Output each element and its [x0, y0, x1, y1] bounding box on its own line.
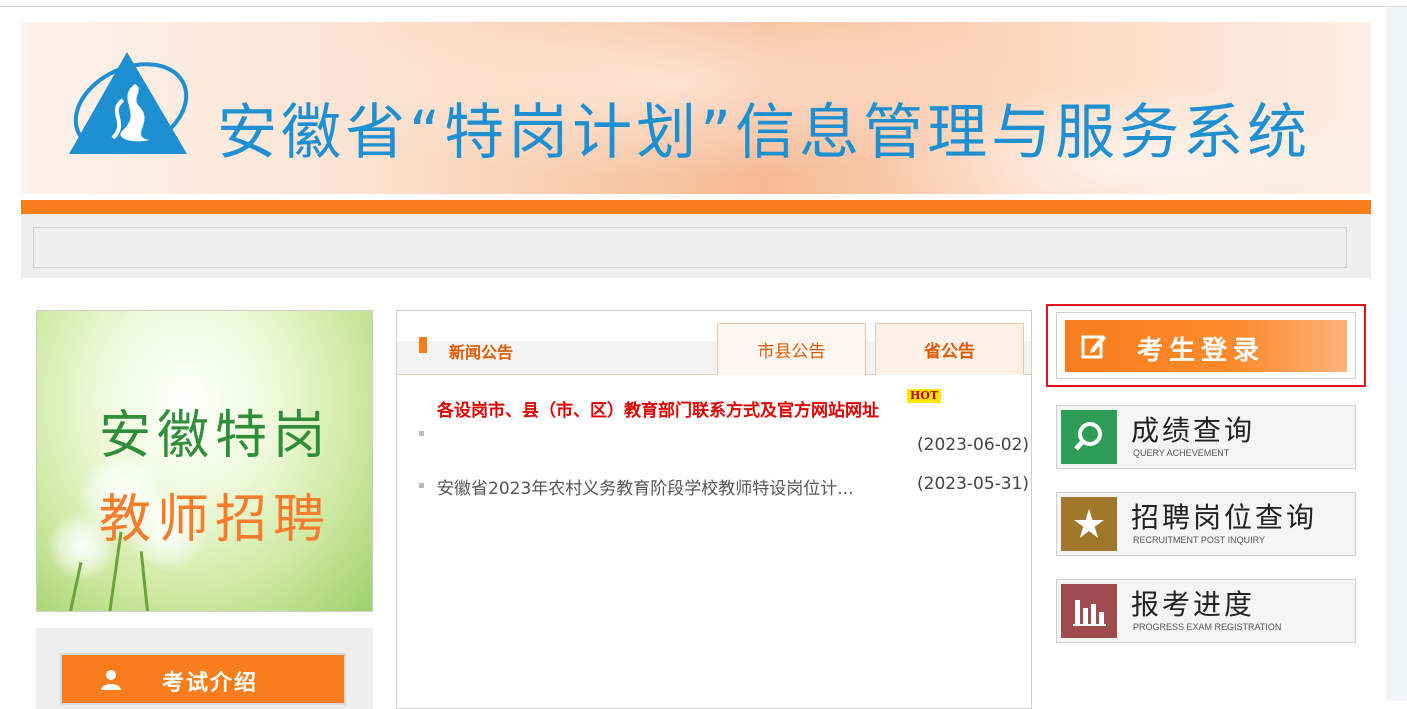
login-label: 考生登录	[1137, 336, 1266, 366]
nav-bar	[33, 227, 1347, 268]
news-item-link[interactable]: 各设岗市、县（市、区）教育部门联系方式及官方网站网址	[437, 396, 879, 421]
tab-province-notices[interactable]: 省公告	[875, 323, 1024, 375]
post-query-label: 招聘岗位查询	[1131, 501, 1318, 534]
news-panel: 新闻公告 市县公告 省公告 各设岗市、县（市、区）教育部门联系方式及官方网站网址…	[396, 310, 1032, 709]
promo-line-1: 安徽特岗	[99, 406, 332, 466]
star-icon	[1061, 497, 1117, 551]
left-menu-panel: 考试介绍	[36, 628, 373, 709]
nav-strip	[21, 214, 1371, 278]
news-item-date: (2023-06-02)	[917, 435, 1030, 455]
header-divider	[21, 200, 1371, 214]
list-bullet	[419, 483, 424, 488]
bar-chart-icon	[1061, 584, 1117, 638]
user-icon	[101, 670, 121, 690]
page: 安徽省“特岗计划”信息管理与服务系统 安徽特岗 教师招聘 考试介绍 新闻公告 市…	[0, 8, 1386, 709]
post-query-button[interactable]: 招聘岗位查询 RECRUITMENT POST INQUIRY	[1056, 492, 1356, 556]
promo-line-2: 教师招聘	[99, 490, 332, 550]
post-query-subtitle: RECRUITMENT POST INQUIRY	[1133, 535, 1266, 545]
tab-city-notices[interactable]: 市县公告	[717, 323, 866, 375]
promo-image[interactable]: 安徽特岗 教师招聘	[36, 310, 373, 612]
edit-icon	[1081, 335, 1106, 359]
news-section-title: 新闻公告	[449, 343, 514, 362]
score-query-button[interactable]: 成绩查询 QUERY ACHEVEMENT	[1056, 405, 1356, 469]
header-banner: 安徽省“特岗计划”信息管理与服务系统	[21, 22, 1371, 194]
list-bullet	[419, 431, 424, 436]
exam-intro-label: 考试介绍	[162, 671, 259, 696]
exam-intro-button[interactable]: 考试介绍	[60, 653, 346, 705]
search-icon	[1061, 410, 1117, 464]
registration-progress-button[interactable]: 报考进度 PROGRESS EXAM REGISTRATION	[1056, 579, 1356, 643]
site-logo	[69, 52, 189, 154]
scrollbar-track[interactable]	[1386, 7, 1407, 701]
score-query-subtitle: QUERY ACHEVEMENT	[1133, 448, 1230, 458]
news-item-link[interactable]: 安徽省2023年农村义务教育阶段学校教师特设岗位计...	[437, 474, 877, 499]
score-query-label: 成绩查询	[1131, 414, 1256, 447]
section-marker	[419, 337, 427, 353]
browser-top-edge	[0, 0, 1407, 7]
hot-badge: HOT	[907, 389, 942, 403]
registration-progress-label: 报考进度	[1131, 588, 1256, 621]
news-item-date: (2023-05-31)	[917, 474, 1030, 494]
candidate-login-button[interactable]: 考生登录	[1056, 312, 1356, 379]
site-title: 安徽省“特岗计划”信息管理与服务系统	[217, 98, 1312, 168]
registration-progress-subtitle: PROGRESS EXAM REGISTRATION	[1133, 622, 1282, 632]
